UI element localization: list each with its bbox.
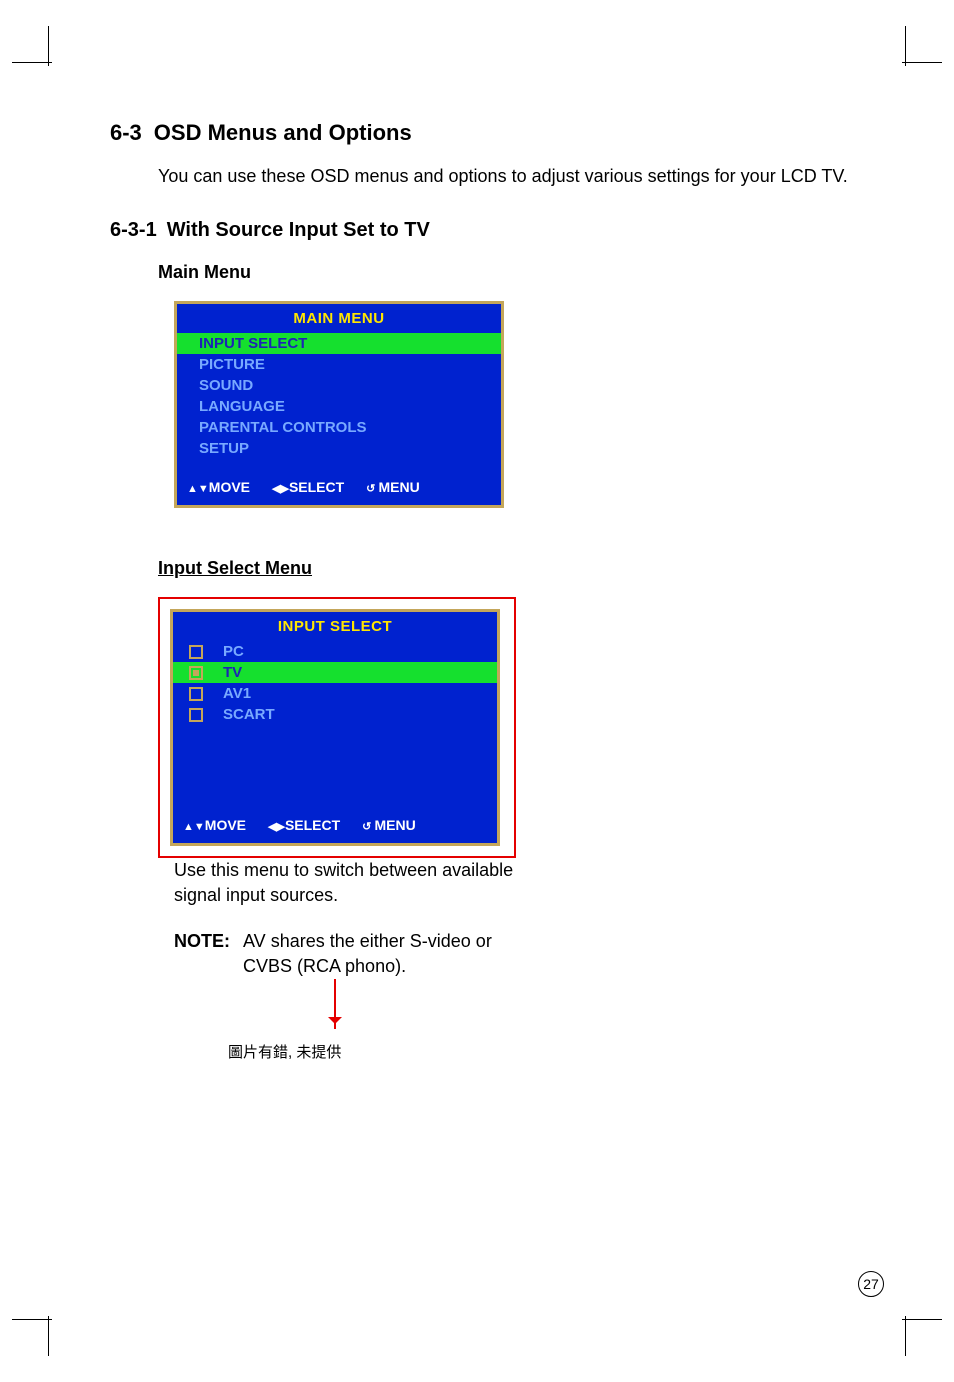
return-icon: ↺ [362,821,374,833]
checkbox-icon [189,687,203,701]
mainmenu-item-picture[interactable]: PICTURE [177,354,501,375]
caption-chinese: 圖片有錯, 未提供 [228,1041,870,1062]
inputmenu-item-pc[interactable]: PC [173,641,497,662]
inputmenu-osd: INPUT SELECT PC TV AV1 [170,609,500,846]
up-down-icon: ▲▼ [187,483,209,495]
return-icon: ↺ [366,483,378,495]
mainmenu-item-input-select[interactable]: INPUT SELECT [177,333,501,354]
mainmenu-osd: MAIN MENU INPUT SELECT PICTURE SOUND LAN… [174,301,504,508]
inputmenu-item-tv[interactable]: TV [173,662,497,683]
section-title: OSD Menus and Options [154,120,412,145]
mainmenu-item-parental[interactable]: PARENTAL CONTROLS [177,417,501,438]
inputmenu-label: Input Select Menu [158,558,870,579]
footer-menu: ↺ MENU [366,479,420,495]
footer-move: ▲▼MOVE [187,479,250,495]
section-number: 6-3 [110,120,142,145]
note-text: AV shares the either S-video or CVBS (RC… [243,929,523,979]
mainmenu-item-language[interactable]: LANGUAGE [177,396,501,417]
inputmenu-item-av1[interactable]: AV1 [173,683,497,704]
checkbox-checked-icon [189,666,203,680]
footer-move: ▲▼MOVE [183,817,246,833]
mainmenu-label: Main Menu [158,262,870,283]
footer-select: ◀▶SELECT [272,479,344,495]
mainmenu-item-setup[interactable]: SETUP [177,438,501,459]
inputmenu-title: INPUT SELECT [173,612,497,639]
left-right-icon: ◀▶ [268,821,285,833]
checkbox-icon [189,708,203,722]
subsection-heading: 6-3-1 With Source Input Set to TV [110,219,870,242]
mainmenu-title: MAIN MENU [177,304,501,331]
up-down-icon: ▲▼ [183,821,205,833]
inputmenu-item-scart[interactable]: SCART [173,704,497,725]
footer-menu: ↺ MENU [362,817,416,833]
subsection-number: 6-3-1 [110,219,157,241]
checkbox-icon [189,645,203,659]
mainmenu-item-sound[interactable]: SOUND [177,375,501,396]
page-number: 27 [858,1271,884,1297]
footer-select: ◀▶SELECT [268,817,340,833]
inputmenu-description: Use this menu to switch between availabl… [174,858,534,908]
note-label: NOTE: [174,929,230,954]
section-heading: 6-3 OSD Menus and Options [110,120,870,146]
intro-text: You can use these OSD menus and options … [158,164,870,189]
inputmenu-highlight-box: INPUT SELECT PC TV AV1 [158,597,516,858]
subsection-title: With Source Input Set to TV [167,219,430,241]
left-right-icon: ◀▶ [272,483,289,495]
arrow-down-icon [334,979,336,1029]
